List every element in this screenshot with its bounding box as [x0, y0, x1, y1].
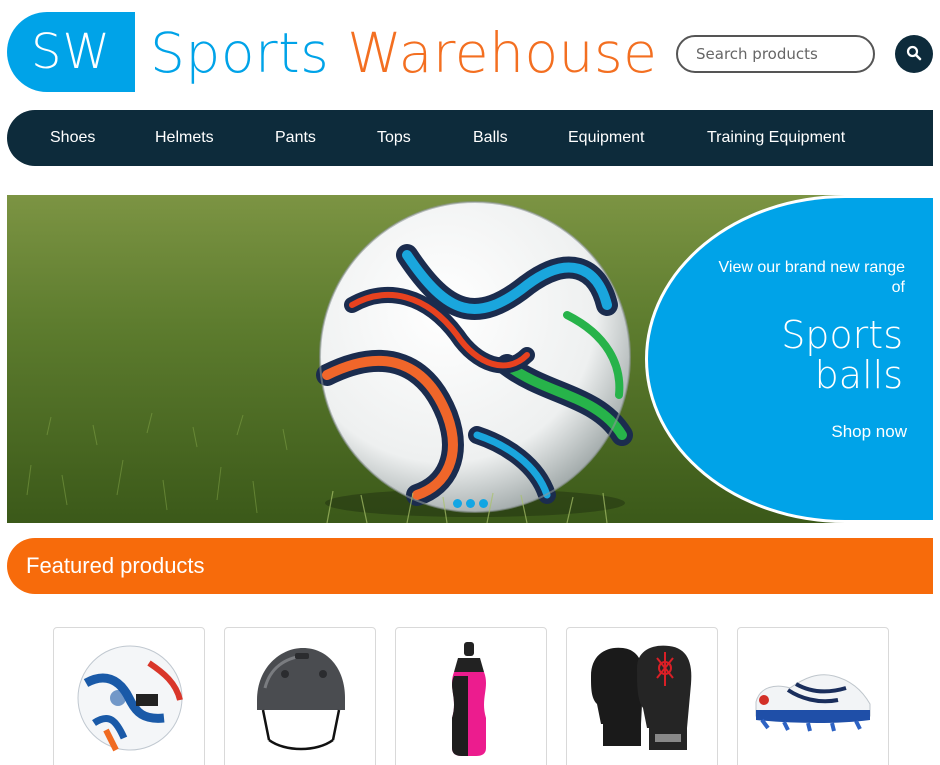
search-icon	[906, 45, 922, 64]
nav-item-pants[interactable]: Pants	[275, 110, 316, 166]
logo-word-warehouse: Warehouse	[347, 21, 658, 85]
carousel-dot[interactable]	[466, 499, 475, 508]
nav-item-tops[interactable]: Tops	[377, 110, 411, 166]
product-card-running-shoe[interactable]	[737, 627, 889, 765]
water-bottle-icon	[452, 642, 486, 756]
nav-item-shoes[interactable]: Shoes	[50, 110, 95, 166]
nav-item-helmets[interactable]: Helmets	[155, 110, 214, 166]
carousel-dots	[453, 499, 488, 508]
product-card-helmet[interactable]	[224, 627, 376, 765]
product-card-water-bottle[interactable]	[395, 627, 547, 765]
shop-now-link[interactable]: Shop now	[831, 422, 907, 442]
featured-products-bar: Featured products	[7, 538, 933, 594]
carousel-dot[interactable]	[479, 499, 488, 508]
carousel-dot[interactable]	[453, 499, 462, 508]
helmet-icon	[257, 648, 345, 751]
soccer-ball-icon	[77, 645, 183, 752]
search-button[interactable]	[895, 35, 933, 73]
featured-products-title: Featured products	[26, 553, 205, 578]
running-shoe-icon	[755, 674, 871, 732]
main-nav: Shoes Helmets Pants Tops Balls Equipment…	[7, 110, 933, 166]
product-card-boxing-gloves[interactable]	[566, 627, 718, 765]
nav-item-training-equipment[interactable]: Training Equipment	[707, 110, 845, 166]
site-logo-text[interactable]: Sports Warehouse	[150, 18, 657, 88]
hero-title: Sports balls	[781, 313, 903, 397]
search-input[interactable]	[676, 35, 875, 73]
hero-banner[interactable]: View our brand new range of Sports balls …	[7, 195, 933, 523]
logo-word-sports: Sports	[150, 21, 330, 85]
nav-item-equipment[interactable]: Equipment	[568, 110, 645, 166]
boxing-gloves-icon	[591, 645, 692, 750]
logo-badge[interactable]: SW	[7, 12, 135, 92]
nav-item-balls[interactable]: Balls	[473, 110, 508, 166]
hero-intro-text: View our brand new range of	[718, 259, 906, 296]
product-card-soccer-ball[interactable]	[53, 627, 205, 765]
